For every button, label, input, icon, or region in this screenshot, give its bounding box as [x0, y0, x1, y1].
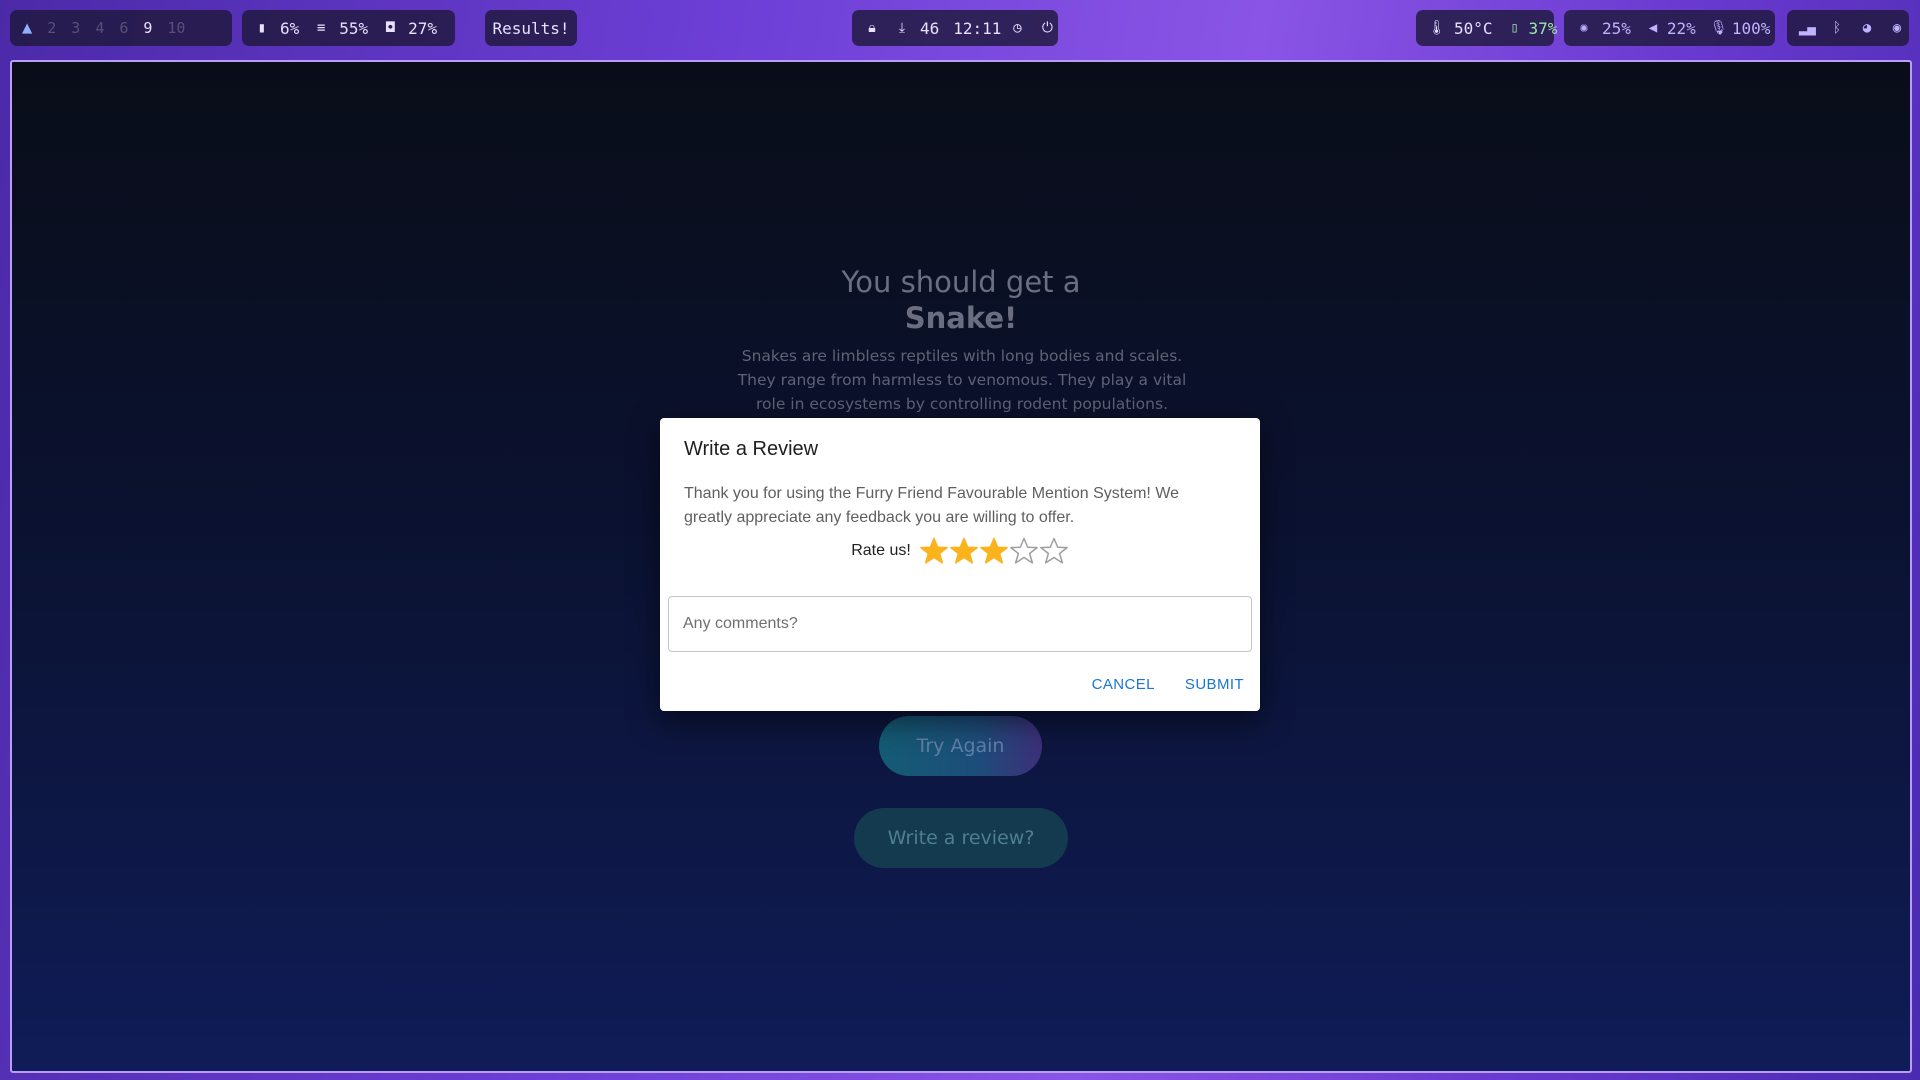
star-filled-icon[interactable] — [949, 536, 979, 566]
comment-input[interactable] — [669, 597, 1251, 651]
star-rating[interactable] — [919, 536, 1069, 566]
rating-label: Rate us! — [851, 542, 911, 559]
dialog-message: Thank you for using the Furry Friend Fav… — [684, 485, 1180, 526]
dialog-backdrop: Write a Review Thank you for using the F… — [0, 0, 1920, 1080]
star-empty-icon[interactable] — [1009, 536, 1039, 566]
star-filled-icon[interactable] — [919, 536, 949, 566]
comment-field[interactable] — [668, 596, 1252, 652]
dialog-title: Write a Review — [684, 438, 819, 460]
submit-button[interactable]: SUBMIT — [1185, 676, 1244, 693]
cancel-button[interactable]: CANCEL — [1092, 676, 1155, 693]
review-dialog: Write a Review Thank you for using the F… — [660, 418, 1260, 711]
dialog-actions: CANCEL SUBMIT — [1062, 676, 1244, 693]
star-filled-icon[interactable] — [979, 536, 1009, 566]
star-empty-icon[interactable] — [1039, 536, 1069, 566]
rating-row: Rate us! — [660, 536, 1260, 566]
